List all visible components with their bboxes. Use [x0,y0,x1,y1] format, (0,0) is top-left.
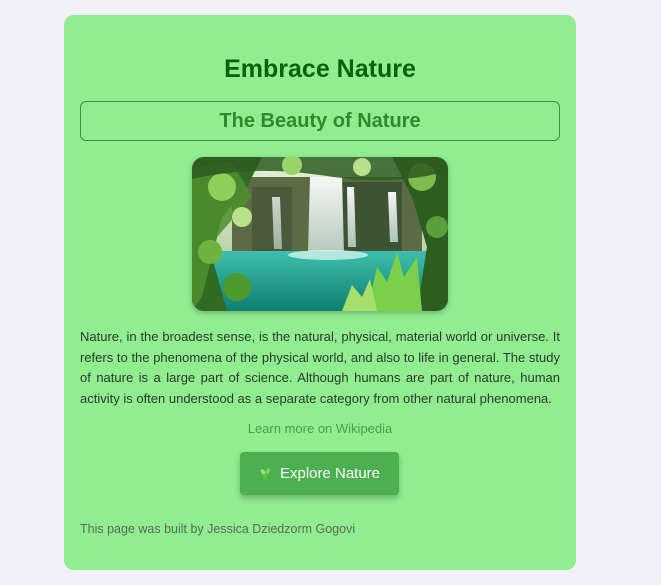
page-subtitle: The Beauty of Nature [219,109,421,132]
subtitle-box: The Beauty of Nature [80,101,560,141]
content-card: Embrace Nature The Beauty of Nature Natu… [64,15,576,570]
footer-credit: This page was built by Jessica Dziedzorm… [80,522,356,536]
wikipedia-link[interactable]: Learn more on Wikipedia [64,421,576,436]
page-title: Embrace Nature [224,55,416,83]
explore-nature-button[interactable]: Explore Nature [240,452,399,495]
leaf-icon [259,467,273,481]
nature-description: Nature, in the broadest sense, is the na… [80,329,560,406]
explore-button-label: Explore Nature [279,465,381,482]
waterfall-image [192,157,448,311]
